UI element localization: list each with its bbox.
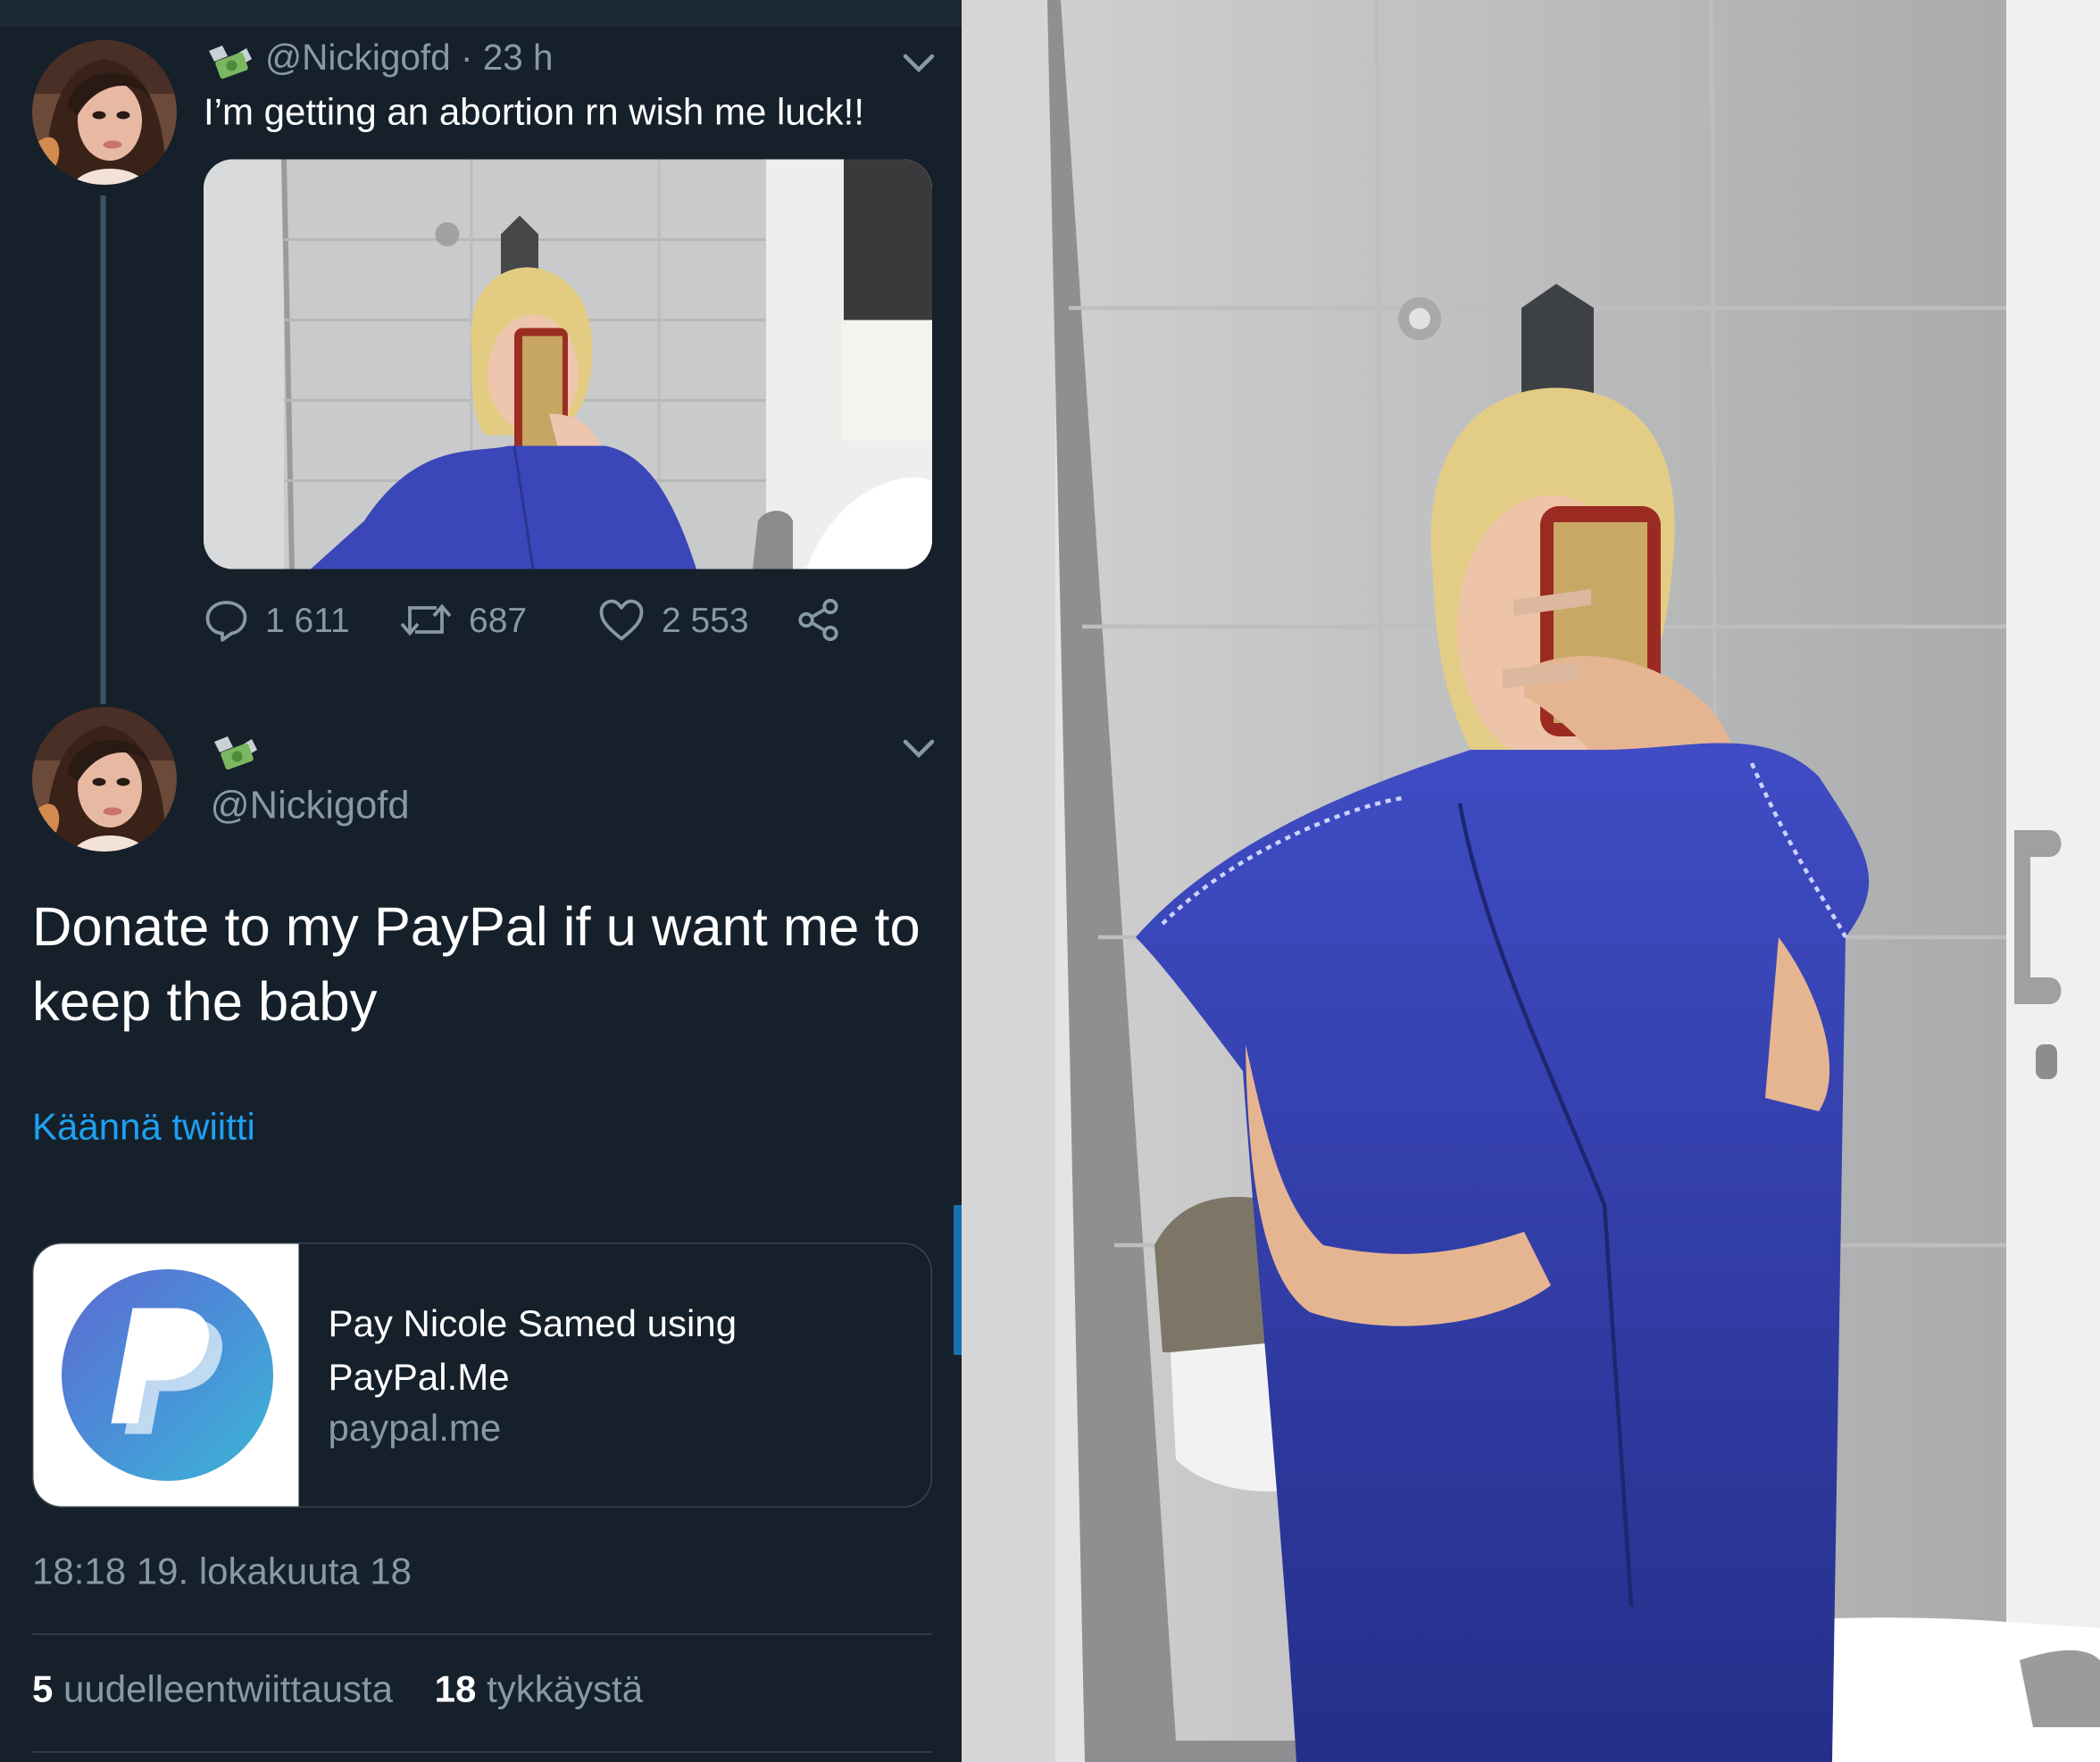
enlarged-photo <box>962 0 2100 1762</box>
username[interactable]: @Nickigofd <box>211 785 410 829</box>
likes-count: 18 <box>434 1668 477 1710</box>
share-icon <box>798 598 838 642</box>
tweet-header: @Nickigofd · 23 h <box>265 37 554 79</box>
retweets-stat[interactable]: 5 uudelleentwiittausta <box>32 1668 393 1710</box>
card-title: Pay Nicole Samed using PayPal.Me <box>328 1302 738 1399</box>
like-count: 2 553 <box>662 599 749 640</box>
tweet-photo[interactable] <box>204 159 932 569</box>
twitter-thread-panel: @Nickigofd · 23 h I’m getting an abortio… <box>0 0 962 1762</box>
chevron-down-icon[interactable] <box>902 51 937 75</box>
tweet-text: I’m getting an abortion rn wish me luck!… <box>204 91 865 133</box>
engagement-stats: 5 uudelleentwiittausta 18 tykkäystä <box>32 1668 643 1711</box>
retweet-icon <box>400 603 452 636</box>
divider <box>32 1633 932 1635</box>
retweets-count: 5 <box>32 1668 54 1710</box>
top-bar <box>0 0 962 27</box>
likes-stat[interactable]: 18 tykkäystä <box>435 1668 643 1710</box>
paypal-logo-icon <box>62 1269 273 1481</box>
tweet-time[interactable]: · 23 h <box>461 37 554 78</box>
retweet-action[interactable]: 687 <box>399 597 527 643</box>
translate-tweet-link[interactable]: Käännä twiitti <box>32 1106 255 1149</box>
thread-connector <box>100 195 106 704</box>
avatar[interactable] <box>32 40 177 185</box>
likes-label: tykkäystä <box>487 1668 644 1710</box>
screenshot-collage: @Nickigofd · 23 h I’m getting an abortio… <box>0 0 2100 1762</box>
retweet-count: 687 <box>469 599 528 640</box>
username[interactable]: @Nickigofd <box>265 37 451 78</box>
reply-action[interactable]: 1 611 <box>204 597 350 643</box>
chevron-down-icon[interactable] <box>902 736 937 760</box>
avatar[interactable] <box>32 707 177 852</box>
card-thumbnail <box>33 1243 299 1507</box>
heart-icon <box>599 599 644 641</box>
link-card[interactable]: Pay Nicole Samed using PayPal.Me paypal.… <box>32 1243 932 1508</box>
reply-count: 1 611 <box>265 599 350 640</box>
money-with-wings-icon <box>212 734 260 777</box>
card-domain: paypal.me <box>328 1407 502 1450</box>
money-with-wings-icon <box>206 43 254 86</box>
like-action[interactable]: 2 553 <box>597 597 749 643</box>
share-action[interactable] <box>796 597 857 643</box>
retweets-label: uudelleentwiittausta <box>63 1668 393 1710</box>
tweet-timestamp[interactable]: 18:18 19. lokakuuta 18 <box>32 1550 412 1593</box>
divider <box>32 1751 932 1753</box>
tweet-actions: 1 611 687 2 553 <box>204 597 932 651</box>
tweet-text: Donate to my PayPal if u want me to keep… <box>32 895 921 1033</box>
reply-icon <box>205 601 247 642</box>
scrollbar[interactable] <box>954 1205 962 1355</box>
